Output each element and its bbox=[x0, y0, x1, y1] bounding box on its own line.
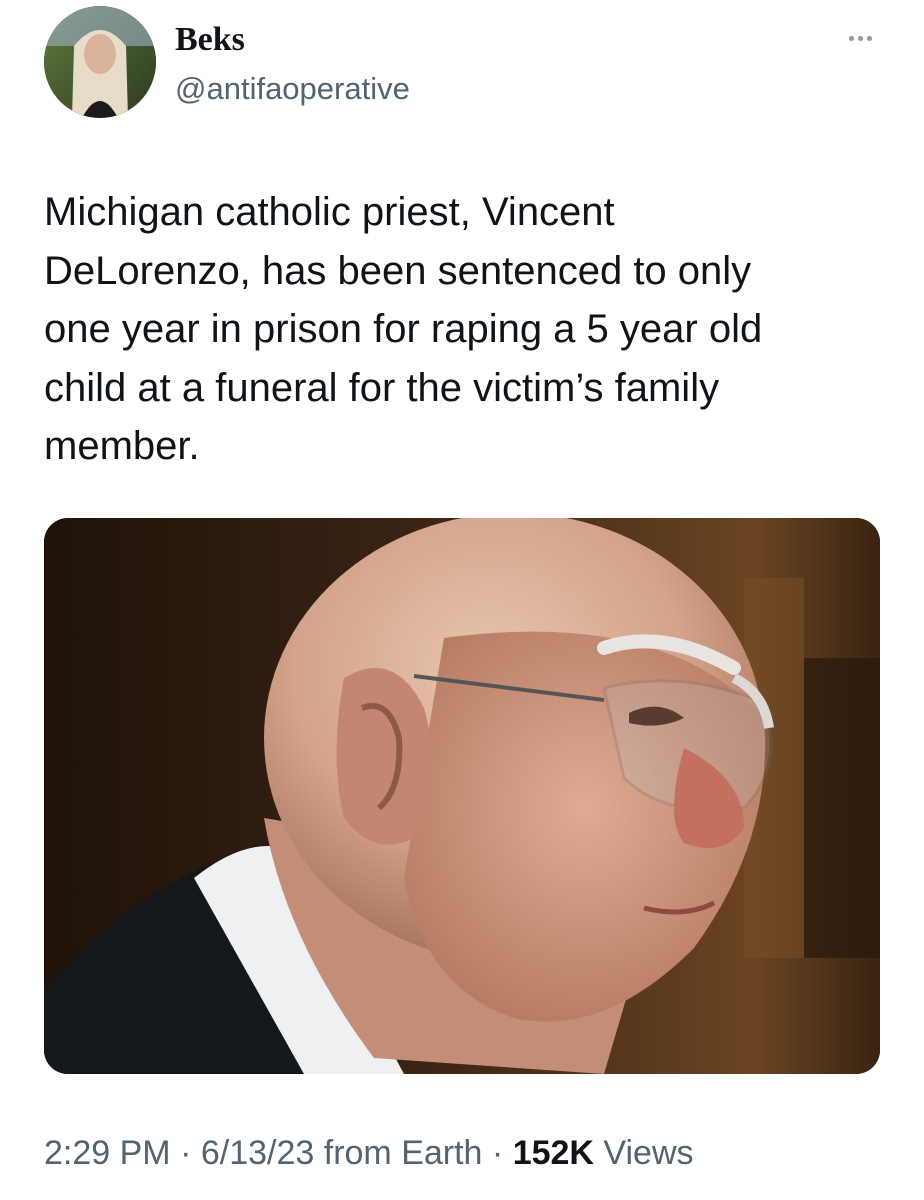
author-avatar[interactable] bbox=[44, 6, 156, 118]
tweet-text: Michigan catholic priest, Vincent DeLore… bbox=[44, 190, 763, 468]
more-dot bbox=[866, 35, 872, 41]
tweet-media-photo[interactable] bbox=[44, 518, 880, 1074]
tweet-source: from Earth bbox=[314, 1134, 483, 1172]
more-dot bbox=[848, 35, 854, 41]
views-count[interactable]: 152K bbox=[513, 1134, 594, 1172]
more-horizontal-icon[interactable] bbox=[840, 28, 880, 48]
tweet-time[interactable]: 2:29 PM bbox=[44, 1134, 171, 1172]
views-label: Views bbox=[593, 1134, 694, 1172]
tweet-date[interactable]: 6/13/23 bbox=[201, 1134, 314, 1172]
author-handle[interactable]: @antifaoperative bbox=[175, 70, 410, 108]
author-display-name[interactable]: Beks bbox=[175, 20, 245, 60]
meta-separator: · bbox=[170, 1134, 201, 1172]
meta-separator: · bbox=[482, 1134, 513, 1172]
more-dot bbox=[857, 35, 863, 41]
tweet-meta: 2:29 PM · 6/13/23 from Earth · 152K View… bbox=[44, 1132, 694, 1174]
